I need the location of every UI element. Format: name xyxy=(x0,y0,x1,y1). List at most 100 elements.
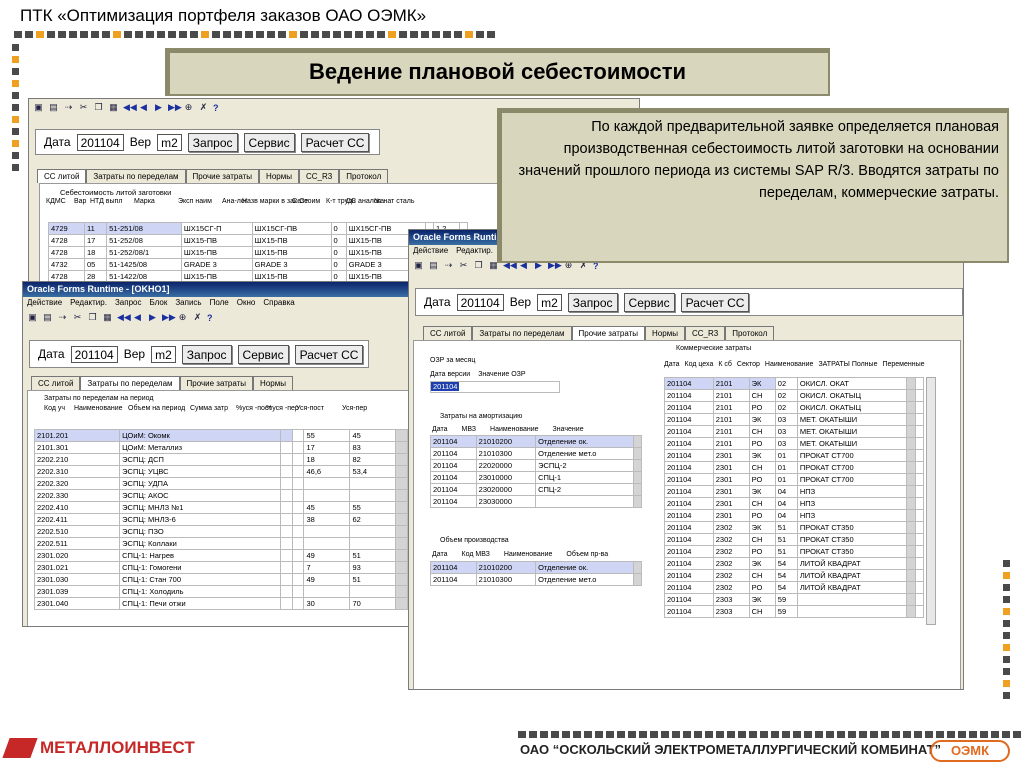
table-cell[interactable] xyxy=(633,459,642,472)
table-row[interactable]: 201104 2101 СН 03 МЕТ. ОКАТЫШИ xyxy=(664,425,925,438)
table-cell[interactable]: 2301.030 xyxy=(33,573,121,586)
table-cell[interactable]: 2202.320 xyxy=(33,477,121,490)
table-cell[interactable]: 51-251/08 xyxy=(106,222,182,235)
table-cell[interactable] xyxy=(395,549,409,562)
table-row[interactable]: 201104 2302 СН 54 ЛИТОЙ КВАДРАТ xyxy=(664,569,925,582)
query-button[interactable]: Запрос xyxy=(187,132,238,152)
table-cell[interactable]: 49 xyxy=(303,573,351,586)
table-row[interactable]: 47281851-252/08/1ШХ15-ПВШХ15-ПВ0ШХ15-ПВ1… xyxy=(48,246,469,259)
table-cell[interactable]: 21010300 xyxy=(475,573,537,586)
table-cell[interactable]: 51 xyxy=(349,549,397,562)
exit-icon[interactable]: ⇢ xyxy=(57,312,68,323)
table-cell[interactable] xyxy=(280,501,293,514)
table-cell[interactable]: ЭСПЦ: АКОС xyxy=(119,489,282,502)
table-cell[interactable]: Отделение ок. xyxy=(535,435,635,448)
table-cell[interactable]: 11 xyxy=(83,222,108,235)
copy-icon[interactable]: ❐ xyxy=(473,260,484,271)
table-cell[interactable]: 54 xyxy=(774,581,798,594)
table-cell[interactable] xyxy=(291,561,305,574)
table-cell[interactable] xyxy=(395,597,409,610)
table-cell[interactable]: РО xyxy=(748,581,776,594)
table-cell[interactable]: СПЦ-1: Печи отжи xyxy=(119,597,282,610)
table-cell[interactable] xyxy=(291,453,305,466)
table-row[interactable]: 201104 2303 СН 59 xyxy=(664,605,925,618)
table-cell[interactable] xyxy=(395,585,409,598)
table-cell[interactable] xyxy=(906,449,916,462)
table-cell[interactable]: 2202.510 xyxy=(33,525,121,538)
table-cell[interactable]: 17 xyxy=(303,441,351,454)
cut-icon[interactable]: ✂ xyxy=(72,312,83,323)
table-cell[interactable] xyxy=(395,513,409,526)
table-cell[interactable]: РО xyxy=(748,473,776,486)
table-row[interactable]: 201104 21010200 Отделение ок. xyxy=(430,561,642,574)
table-cell[interactable] xyxy=(291,477,305,490)
table-cell[interactable] xyxy=(280,585,293,598)
table-cell[interactable]: ЭСПЦ: МНЛЗ №1 xyxy=(119,501,282,514)
table-cell[interactable] xyxy=(906,473,916,486)
table-cell[interactable]: ПРОКАТ СТ700 xyxy=(796,449,908,462)
table-cell[interactable] xyxy=(633,495,642,508)
table-cell[interactable] xyxy=(291,465,305,478)
table-cell[interactable]: ЛИТОЙ КВАДРАТ xyxy=(796,581,908,594)
table-cell[interactable] xyxy=(633,561,642,574)
table-cell[interactable] xyxy=(280,465,293,478)
table-cell[interactable]: 0 xyxy=(330,258,347,271)
delete-record-icon[interactable]: ✗ xyxy=(198,102,209,113)
delete-record-icon[interactable]: ✗ xyxy=(192,312,203,323)
table-row[interactable]: 201104 23030000 xyxy=(430,495,642,508)
table-cell[interactable]: 2302 xyxy=(712,581,750,594)
table-cell[interactable]: 23030000 xyxy=(475,495,537,508)
save-icon[interactable]: ▣ xyxy=(413,260,424,271)
prev-icon[interactable]: ◀ xyxy=(132,312,143,323)
menu-item[interactable]: Действие xyxy=(27,298,62,308)
date-field[interactable]: 201104 xyxy=(456,293,504,311)
paste-icon[interactable]: ▦ xyxy=(102,312,113,323)
table-cell[interactable] xyxy=(633,447,642,460)
table-cell[interactable]: ЭСПЦ: МНЛЗ-6 xyxy=(119,513,282,526)
table-cell[interactable]: ОКИСЛ. ОКАТЫЦ xyxy=(796,401,908,414)
table-row[interactable]: 201104 2301 ЭК 01 ПРОКАТ СТ700 xyxy=(664,449,925,462)
table-cell[interactable] xyxy=(906,401,916,414)
table-cell[interactable]: 201104 xyxy=(664,521,714,534)
table-cell[interactable]: 2303 xyxy=(712,605,750,618)
table-cell[interactable]: 54 xyxy=(774,557,798,570)
table-cell[interactable] xyxy=(395,561,409,574)
menu-item[interactable]: Поле xyxy=(210,298,229,308)
table-cell[interactable] xyxy=(914,509,925,522)
table-cell[interactable] xyxy=(395,453,409,466)
tab[interactable]: Затраты по переделам xyxy=(80,376,180,390)
table-cell[interactable]: СН xyxy=(748,533,776,546)
table-cell[interactable]: 2301 xyxy=(712,497,750,510)
table-row[interactable]: 201104 21010300 Отделение мет.о xyxy=(430,447,642,460)
table-cell[interactable]: 2202.511 xyxy=(33,537,121,550)
table-cell[interactable]: 201104 xyxy=(430,435,477,448)
table-cell[interactable] xyxy=(303,537,351,550)
table-cell[interactable]: МЕТ. ОКАТЫШИ xyxy=(796,425,908,438)
table-cell[interactable]: ЭСПЦ: УЦВС xyxy=(119,465,282,478)
table-row[interactable]: 47320551-1425/08GRADE 3GRADE 30GRADE 31,… xyxy=(48,258,469,271)
table-cell[interactable] xyxy=(906,413,916,426)
menu-item[interactable]: Окно xyxy=(237,298,256,308)
tab[interactable]: Нормы xyxy=(253,376,293,390)
next-icon[interactable]: ▶ xyxy=(153,102,164,113)
table-row[interactable]: 201104 21010200 Отделение ок. xyxy=(430,435,642,448)
table-cell[interactable]: СПЦ-1: Нагрев xyxy=(119,549,282,562)
table-cell[interactable]: 02 xyxy=(774,377,798,390)
ver-field[interactable]: m2 xyxy=(157,133,182,151)
table-cell[interactable] xyxy=(349,477,397,490)
table-row[interactable]: 2301.021 СПЦ-1: Гомогени 7 93 xyxy=(33,561,419,574)
table-row[interactable]: 2202.320 ЭСПЦ: УДПА xyxy=(33,477,419,490)
table-cell[interactable] xyxy=(395,573,409,586)
table-cell[interactable]: 21010200 xyxy=(475,561,537,574)
table-cell[interactable]: 18 xyxy=(83,246,108,259)
table-cell[interactable]: 4732 xyxy=(48,258,85,271)
table-cell[interactable]: ЭК xyxy=(748,521,776,534)
table-row[interactable]: 201104 22020000 ЭСПЦ-2 xyxy=(430,459,642,472)
table-cell[interactable]: РО xyxy=(748,509,776,522)
table-cell[interactable]: 201104 xyxy=(664,449,714,462)
table-cell[interactable] xyxy=(796,605,908,618)
tab[interactable]: Прочие затраты xyxy=(179,376,254,390)
table-cell[interactable]: 201104 xyxy=(664,485,714,498)
table-cell[interactable]: 2301.039 xyxy=(33,585,121,598)
table-cell[interactable]: 51-252/08 xyxy=(106,234,182,247)
